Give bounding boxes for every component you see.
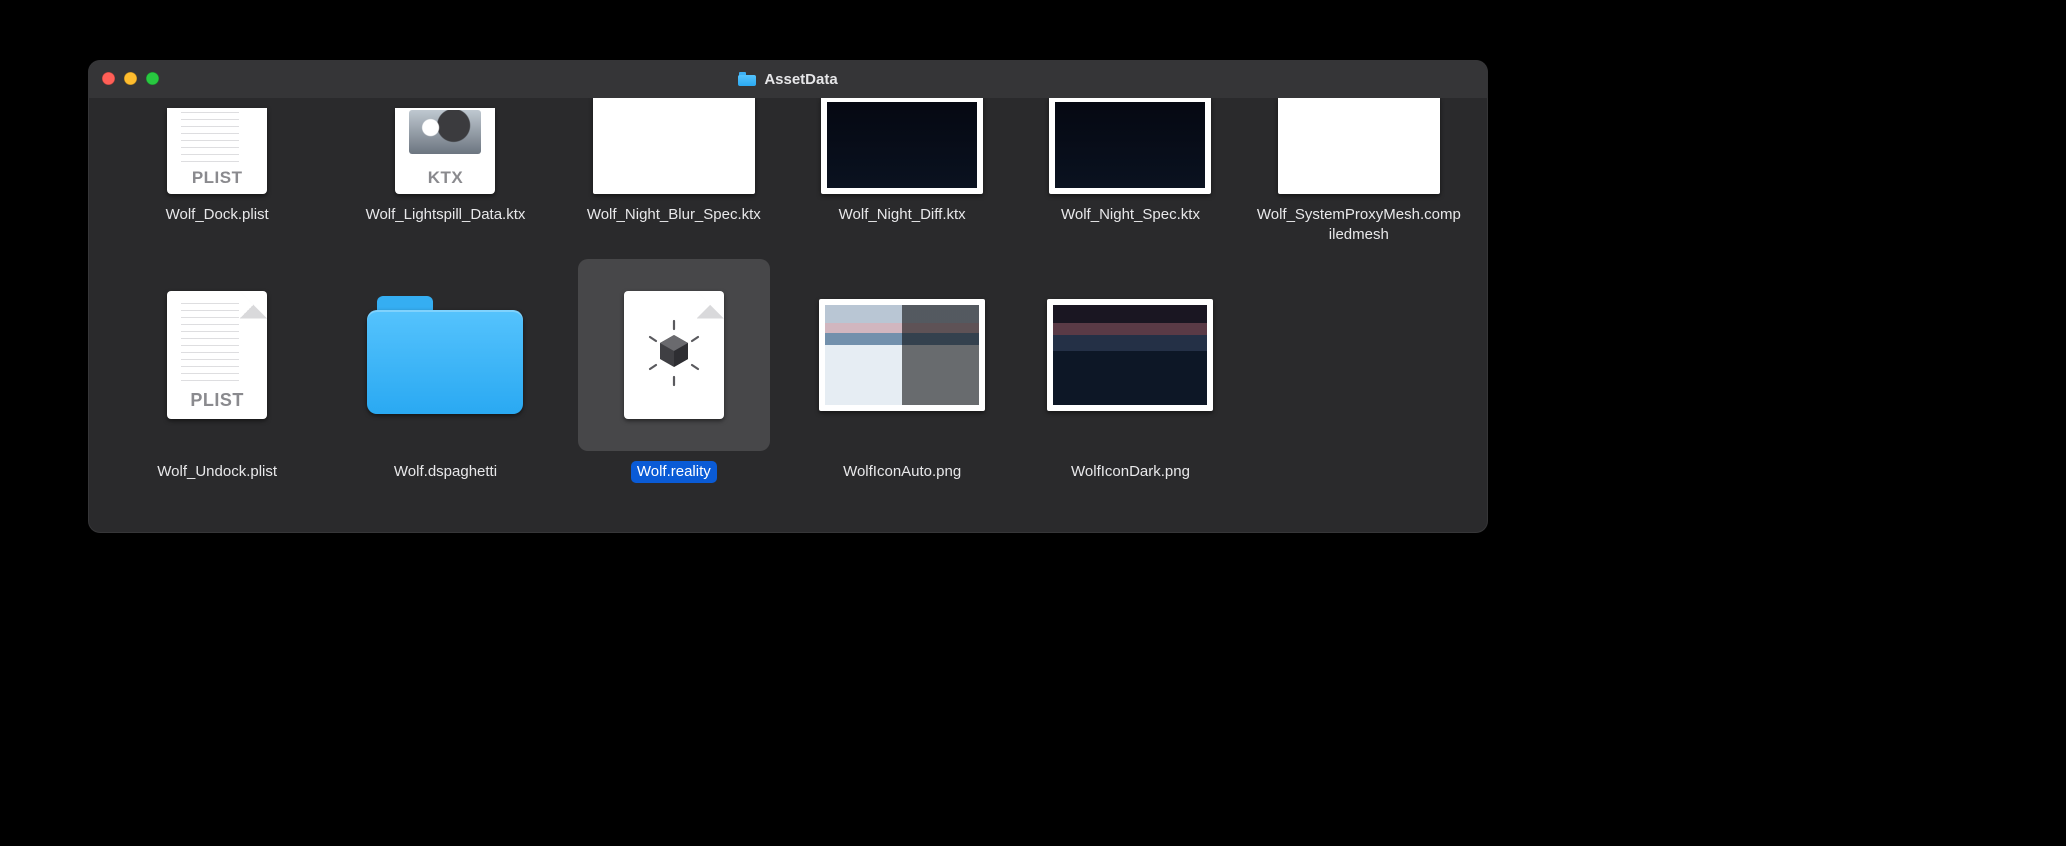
file-label: Wolf_Night_Blur_Spec.ktx [581,204,767,226]
window-title-label: AssetData [764,71,837,88]
file-item[interactable]: PLIST Wolf_Dock.plist [108,98,326,247]
titlebar[interactable]: AssetData [88,60,1488,98]
finder-window: AssetData PLIST Wolf_Dock.plist KTX [88,60,1488,533]
doc-icon [1278,98,1440,194]
file-item[interactable]: WolfIconDark.png [1021,259,1239,483]
traffic-lights [102,72,159,85]
image-thumb-icon [1049,98,1211,194]
file-item[interactable]: PLIST Wolf_Undock.plist [108,259,326,483]
file-label: WolfIconDark.png [1065,461,1196,483]
image-thumb-icon [821,98,983,194]
plist-icon: PLIST [167,108,267,194]
file-item[interactable]: Wolf_Night_Diff.ktx [793,98,1011,247]
file-label: Wolf_Undock.plist [151,461,283,483]
file-item[interactable]: Wolf_Night_Blur_Spec.ktx [565,98,783,247]
plist-icon: PLIST [167,291,267,419]
image-thumb-icon [593,98,755,194]
file-label: Wolf_Night_Diff.ktx [833,204,972,226]
close-icon[interactable] [102,72,115,85]
file-item[interactable]: WolfIconAuto.png [793,259,1011,483]
file-label: Wolf_Night_Spec.ktx [1055,204,1206,226]
file-label: WolfIconAuto.png [837,461,967,483]
file-label: Wolf_SystemProxyMesh.compiledmesh [1250,204,1468,247]
file-item[interactable]: Wolf_Night_Spec.ktx [1021,98,1239,247]
image-thumb-icon [819,299,985,411]
file-grid[interactable]: PLIST Wolf_Dock.plist KTX Wolf_Lightspil… [88,98,1488,533]
file-item[interactable]: Wolf.reality [565,259,783,483]
file-label: Wolf_Dock.plist [160,204,275,226]
image-thumb-icon [1047,299,1213,411]
ktx-icon: KTX [395,108,495,194]
fullscreen-icon[interactable] [146,72,159,85]
file-label: Wolf_Lightspill_Data.ktx [360,204,532,226]
folder-icon [738,72,756,86]
window-title: AssetData [738,71,837,88]
file-item[interactable]: Wolf.dspaghetti [336,259,554,483]
minimize-icon[interactable] [124,72,137,85]
file-item[interactable]: Wolf_SystemProxyMesh.compiledmesh [1250,98,1468,247]
file-item[interactable]: KTX Wolf_Lightspill_Data.ktx [336,98,554,247]
folder-icon [367,296,523,414]
file-label: Wolf.reality [631,461,717,483]
reality-file-icon [624,291,724,419]
file-label: Wolf.dspaghetti [388,461,503,483]
